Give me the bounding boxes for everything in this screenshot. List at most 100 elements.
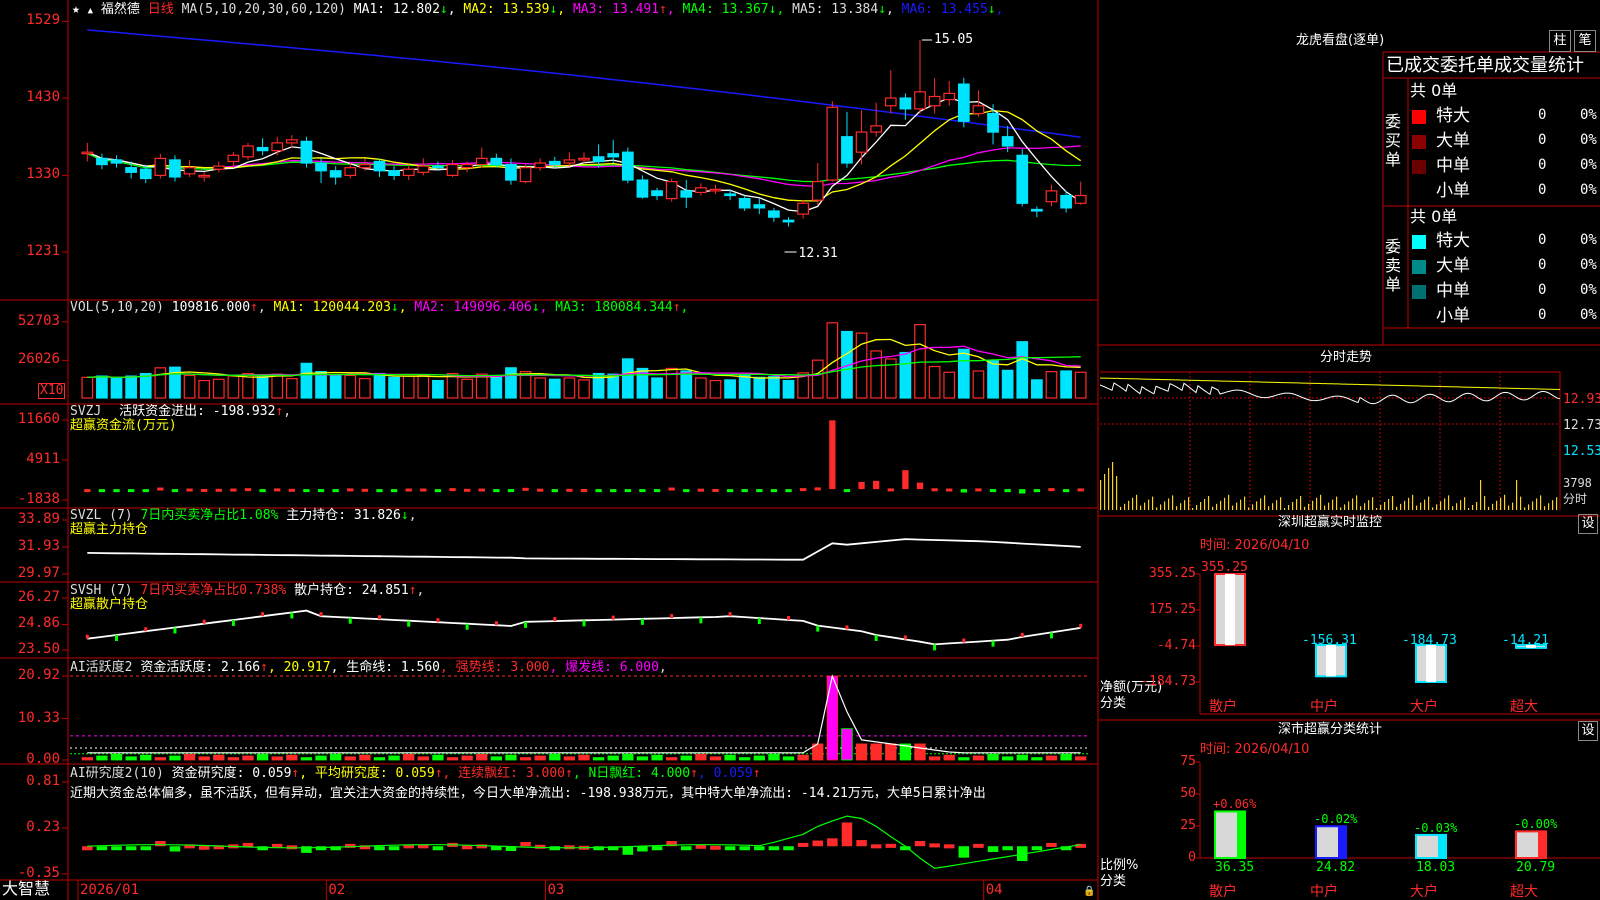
candle-body[interactable] (548, 160, 561, 166)
candle-body[interactable] (373, 160, 386, 172)
activity-bar (709, 756, 722, 761)
candle-body[interactable] (242, 145, 254, 158)
candle-body[interactable] (768, 210, 780, 218)
lhb-tabs[interactable]: 已成交委托单成交量统计 (1386, 56, 1600, 76)
candle-body[interactable] (227, 154, 240, 163)
candle-body[interactable] (899, 97, 912, 110)
candle-body[interactable] (402, 168, 415, 177)
activity-bar (359, 754, 371, 761)
candle-body[interactable] (914, 91, 926, 110)
candle-body[interactable] (943, 92, 956, 101)
candle-body[interactable] (81, 151, 94, 155)
candle-body[interactable] (183, 167, 196, 175)
candle-body[interactable] (928, 95, 941, 107)
candle-body[interactable] (709, 188, 722, 192)
candle-body[interactable] (505, 163, 517, 181)
candle-body[interactable] (607, 153, 620, 158)
intraday-vol-bar (1352, 498, 1354, 510)
candle-body[interactable] (388, 170, 400, 177)
candle-body[interactable] (695, 187, 707, 194)
candle-body[interactable] (811, 180, 824, 201)
lhb-tab[interactable]: 已成交 (1386, 56, 1440, 76)
candle-body[interactable] (198, 174, 211, 178)
candle-body[interactable] (475, 157, 488, 166)
candle-body[interactable] (753, 204, 766, 209)
retail-tick (1049, 632, 1053, 639)
candle-body[interactable] (724, 193, 736, 197)
classify-bar-accent (1438, 834, 1446, 858)
candle-body[interactable] (680, 190, 693, 198)
candle-body[interactable] (578, 157, 590, 161)
candle-body[interactable] (987, 112, 999, 133)
candle-body[interactable] (1074, 194, 1087, 204)
period-label[interactable]: 日线 (148, 2, 174, 17)
candle-body[interactable] (139, 168, 152, 180)
intraday-vol-bar (1552, 500, 1554, 510)
candle-body[interactable] (534, 162, 547, 169)
candle-body[interactable] (329, 170, 342, 178)
candle-body[interactable] (665, 180, 678, 200)
candle-body[interactable] (461, 163, 473, 169)
lhb-tab[interactable]: 成交量统计 (1494, 56, 1584, 76)
intraday-vol-bar (1100, 480, 1102, 510)
tick-mode-button[interactable]: 笔 (1574, 30, 1596, 52)
candle-body[interactable] (490, 157, 503, 166)
date-label[interactable]: 03 (547, 883, 564, 898)
monitor-bar-shine (1326, 645, 1336, 677)
candle-body[interactable] (315, 162, 327, 172)
candle-body[interactable] (125, 167, 137, 173)
intraday-vol-bar (1532, 501, 1534, 510)
volume-bar (972, 370, 985, 399)
candle-body[interactable] (855, 131, 868, 153)
retail-tick (787, 615, 791, 620)
candle-body[interactable] (271, 142, 284, 152)
date-label[interactable]: 02 (328, 883, 345, 898)
candle-body[interactable] (432, 165, 444, 169)
candle-body[interactable] (1031, 208, 1043, 212)
candle-body[interactable] (797, 202, 809, 215)
lhb-tab[interactable]: 委托单 (1440, 56, 1494, 76)
candle-body[interactable] (972, 105, 985, 115)
flow-bar (303, 489, 310, 493)
candle-body[interactable] (870, 125, 883, 133)
candle-body[interactable] (826, 106, 839, 181)
activity-bar (1031, 757, 1043, 761)
monitor-settings-button[interactable]: 设 (1578, 514, 1598, 534)
flow-bar (434, 489, 442, 493)
candle-body[interactable] (359, 163, 371, 169)
candle-body[interactable] (957, 83, 970, 122)
candle-body[interactable] (621, 151, 634, 181)
volume-bar (1045, 371, 1058, 399)
candle-body[interactable] (651, 190, 663, 197)
star-icon[interactable]: ★ (72, 2, 80, 17)
candle-body[interactable] (563, 159, 576, 164)
candle-body[interactable] (417, 165, 430, 173)
candle-body[interactable] (1016, 154, 1029, 204)
price-axis-label: 1430 (26, 89, 60, 106)
candle-body[interactable] (636, 179, 649, 198)
candle-body[interactable] (169, 159, 181, 178)
candle-body[interactable] (300, 140, 313, 164)
candle-body[interactable] (884, 97, 897, 107)
candle-body[interactable] (592, 156, 605, 163)
classify-settings-button[interactable]: 设 (1578, 721, 1598, 741)
candle-body[interactable] (344, 167, 357, 177)
candle-body[interactable] (446, 163, 459, 177)
candle-body[interactable] (1045, 190, 1058, 203)
lock-icon[interactable]: 🔒 (1083, 884, 1095, 899)
candle-body[interactable] (212, 165, 225, 170)
candle-body[interactable] (1001, 136, 1014, 147)
candle-body[interactable] (256, 146, 269, 152)
date-label[interactable]: 04 (986, 883, 1003, 898)
candle-body[interactable] (96, 157, 108, 166)
date-label[interactable]: 2026/01 (80, 883, 139, 898)
candle-body[interactable] (154, 157, 167, 177)
candle-body[interactable] (110, 159, 123, 164)
candle-body[interactable] (1060, 194, 1072, 209)
candle-body[interactable] (738, 198, 751, 209)
bar-mode-button[interactable]: 柱 (1549, 30, 1571, 52)
candle-body[interactable] (519, 167, 532, 183)
candle-body[interactable] (782, 219, 795, 223)
candle-body[interactable] (841, 136, 853, 164)
candle-body[interactable] (285, 139, 298, 144)
